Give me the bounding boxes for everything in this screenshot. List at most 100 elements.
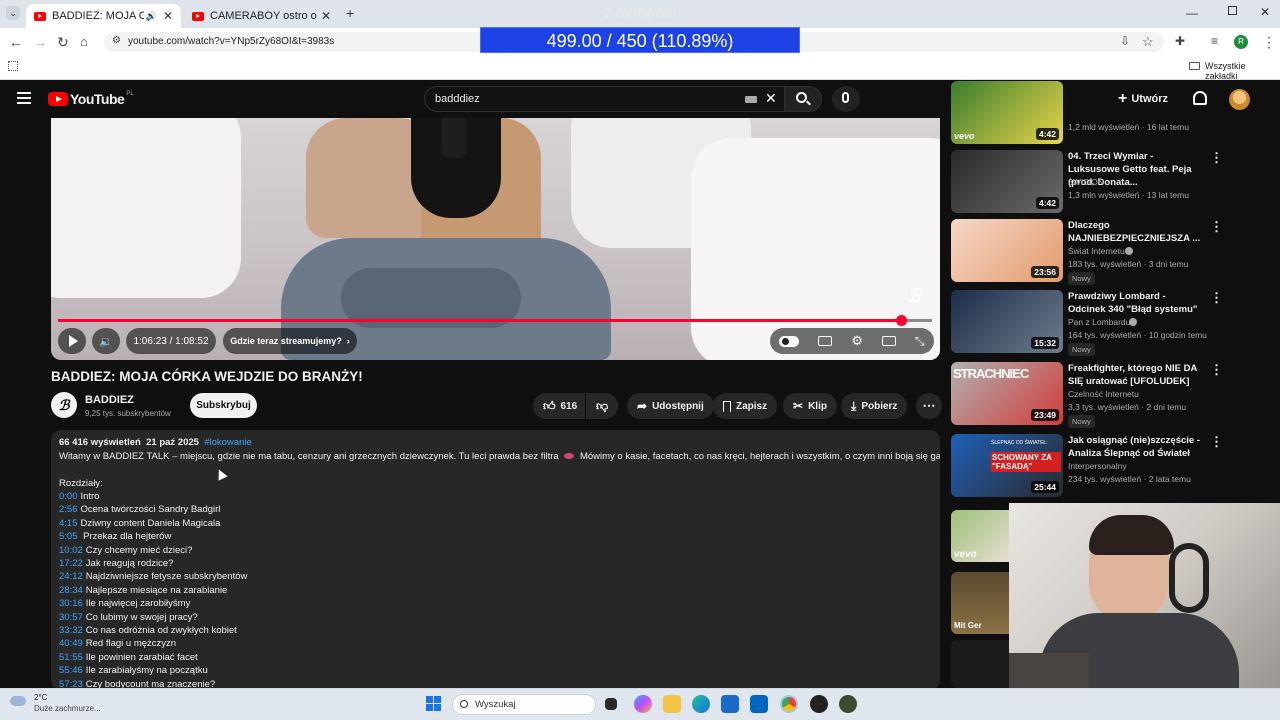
recommendation-thumbnail[interactable]: 15:32 xyxy=(951,290,1063,353)
stream-chip[interactable]: Gdzie teraz streamujemy? › xyxy=(223,328,357,354)
chapter-timestamp-link[interactable]: 0:00 xyxy=(59,491,78,502)
recommendation-item[interactable]: 23:56 Dlaczego NAJNIEBEZPIECZNIEJSZA ... Ś… xyxy=(951,219,1251,287)
chapter-timestamp-link[interactable]: 4:15 xyxy=(59,518,78,529)
store-icon[interactable] xyxy=(750,695,768,713)
recommendation-item[interactable]: 4:42 04. Trzeci Wymiar - Luksusowe Getto … xyxy=(951,150,1251,218)
more-options-icon[interactable]: ⋮ xyxy=(1210,362,1223,378)
recommendation-channel[interactable]: 3WISION xyxy=(1068,177,1104,187)
chrome-icon[interactable] xyxy=(780,695,798,713)
fullscreen-icon[interactable]: ⤡ xyxy=(915,334,925,349)
more-actions-button[interactable]: ⋯ xyxy=(916,393,942,419)
chapter-timestamp-link[interactable]: 51:55 xyxy=(59,652,83,663)
recommendation-thumbnail[interactable]: 4:42 xyxy=(951,150,1063,213)
keyboard-icon[interactable] xyxy=(745,96,757,103)
recommendation-title[interactable]: Dlaczego NAJNIEBEZPIECZNIEJSZA ... xyxy=(1068,219,1203,245)
new-tab-button[interactable]: + xyxy=(346,5,354,21)
outlook-icon[interactable] xyxy=(721,695,739,713)
recommendation-channel[interactable]: Świat Internetu xyxy=(1068,246,1125,256)
site-info-icon[interactable]: ⚙ xyxy=(112,35,121,46)
settings-gear-icon[interactable]: ⚙ xyxy=(851,333,863,349)
task-view-icon[interactable] xyxy=(605,698,617,710)
channel-avatar[interactable]: ℬ xyxy=(51,392,77,418)
chapter-timestamp-link[interactable]: 33:32 xyxy=(59,625,83,636)
voice-search-button[interactable] xyxy=(832,86,860,112)
recommendation-channel[interactable]: Pan z Lombardu xyxy=(1068,317,1130,327)
search-button[interactable] xyxy=(784,86,822,112)
chapter-timestamp-link[interactable]: 28:34 xyxy=(59,585,83,596)
all-bookmarks-link[interactable]: Wszystkie zakładki xyxy=(1205,61,1280,81)
share-button[interactable]: ➦ Udostępnij xyxy=(627,393,714,419)
channel-watermark-icon[interactable]: ℬ xyxy=(907,286,931,308)
start-windows-icon[interactable] xyxy=(426,696,441,711)
apps-grid-icon[interactable] xyxy=(8,61,18,71)
progress-scrubber[interactable] xyxy=(895,315,907,326)
copilot-icon[interactable] xyxy=(634,695,652,713)
youtube-logo[interactable]: YouTube PL xyxy=(48,91,134,107)
recommendation-thumbnail[interactable]: Mit Ger xyxy=(951,572,1009,634)
chapter-timestamp-link[interactable]: 17:22 xyxy=(59,558,83,569)
chapter-timestamp-link[interactable]: 30:57 xyxy=(59,612,83,623)
recommendation-title[interactable]: Freakfighter, którego NIE DA SIĘ uratowa… xyxy=(1068,362,1203,388)
recommendation-channel[interactable]: Interpersonalny xyxy=(1068,461,1127,471)
edge-icon[interactable] xyxy=(692,695,710,713)
subscribe-button[interactable]: Subskrybuj xyxy=(190,393,257,418)
chapter-timestamp-link[interactable]: 2:56 xyxy=(59,504,78,515)
recommendation-thumbnail[interactable]: STRACHNIEC 23:49 xyxy=(951,362,1063,425)
miniplayer-icon[interactable] xyxy=(881,336,896,346)
recommendation-thumbnail[interactable]: 23:56 xyxy=(951,219,1063,282)
chapter-timestamp-link[interactable]: 55:46 xyxy=(59,665,83,676)
video-player[interactable]: ℬ xyxy=(51,118,940,360)
recommendation-thumbnail[interactable]: vevo 4:42 xyxy=(951,81,1063,144)
restore-window-icon[interactable] xyxy=(1228,6,1237,15)
bookmark-star-icon[interactable]: ☆ xyxy=(1142,34,1154,50)
notifications-bell-icon[interactable] xyxy=(1193,91,1207,105)
chapter-timestamp-link[interactable]: 40:49 xyxy=(59,638,83,649)
home-icon[interactable]: ⌂ xyxy=(80,34,88,49)
browser-menu-icon[interactable]: ⋮ xyxy=(1262,34,1276,51)
play-button[interactable] xyxy=(58,328,86,354)
chapter-timestamp-link[interactable]: 24:12 xyxy=(59,571,83,582)
like-button[interactable]: 👍︎ 616 xyxy=(533,393,585,419)
autoplay-toggle[interactable] xyxy=(779,335,800,347)
close-tab-icon[interactable]: ✕ xyxy=(321,9,331,23)
media-control-icon[interactable]: ≡ xyxy=(1211,34,1218,48)
more-options-icon[interactable]: ⋮ xyxy=(1210,434,1223,450)
recommendation-thumbnail[interactable] xyxy=(951,640,1009,688)
dislike-button[interactable]: 👎︎ xyxy=(586,393,618,419)
create-button[interactable]: + Utwórz xyxy=(1118,89,1168,109)
hamburger-menu-icon[interactable] xyxy=(17,92,31,104)
install-app-icon[interactable]: ⇩ xyxy=(1120,34,1130,48)
search-input[interactable]: badddiez ✕ xyxy=(424,86,786,112)
close-window-icon[interactable]: ✕ xyxy=(1260,5,1270,19)
recommendation-channel[interactable]: Czelność Internetu xyxy=(1068,389,1139,399)
taskbar-search-input[interactable]: Wyszukaj xyxy=(452,694,596,715)
recommendation-title[interactable]: Jak osiągnąć (nie)szczęście - Analiza Śl… xyxy=(1068,434,1203,460)
close-tab-icon[interactable]: ✕ xyxy=(163,9,173,23)
minimize-window-icon[interactable]: — xyxy=(1186,6,1198,20)
file-explorer-icon[interactable] xyxy=(663,695,681,713)
audio-icon[interactable]: 🔊 xyxy=(146,11,157,22)
chapter-timestamp-link[interactable]: 30:16 xyxy=(59,598,83,609)
clip-button[interactable]: ✂ Klip xyxy=(783,393,837,419)
obs-icon[interactable] xyxy=(810,695,828,713)
video-progress-bar[interactable] xyxy=(58,315,932,326)
more-options-icon[interactable]: ⋮ xyxy=(1210,290,1223,306)
save-button[interactable]: Zapisz xyxy=(713,393,778,419)
chapter-timestamp-link[interactable]: 10:02 xyxy=(59,545,83,556)
app-icon[interactable] xyxy=(839,695,857,713)
back-icon[interactable]: ← xyxy=(9,34,23,50)
volume-button[interactable]: 🔉 xyxy=(92,328,120,354)
account-avatar[interactable] xyxy=(1229,89,1250,110)
more-options-icon[interactable]: ⋮ xyxy=(1210,150,1223,166)
download-button[interactable]: ⤓ Pobierz xyxy=(841,393,908,419)
recommendation-item[interactable]: vevo 4:42 1,2 mld wyświetleń · 16 lat temu xyxy=(951,81,1251,144)
subtitles-icon[interactable] xyxy=(818,336,833,346)
recommendation-thumbnail[interactable]: ŚLEPNĄC OD ŚWIATEŁ: SCHOWANY ZA "FASADĄ" 2… xyxy=(951,434,1063,497)
tab-inactive[interactable]: CAMERABOY ostro o NIKICIE i jego ✕ xyxy=(184,4,339,28)
recommendation-item[interactable]: ŚLEPNĄC OD ŚWIATEŁ: SCHOWANY ZA "FASADĄ" 2… xyxy=(951,434,1251,502)
clear-search-icon[interactable]: ✕ xyxy=(765,90,777,107)
recommendation-item[interactable]: 15:32 Prawdziwy Lombard - Odcinek 340 "Bł… xyxy=(951,290,1251,358)
recommendation-item[interactable]: STRACHNIEC 23:49 Freakfighter, którego NIE… xyxy=(951,362,1251,430)
reload-icon[interactable]: ↻ xyxy=(57,34,69,51)
hashtag-link[interactable]: #lokowanie xyxy=(204,437,252,448)
